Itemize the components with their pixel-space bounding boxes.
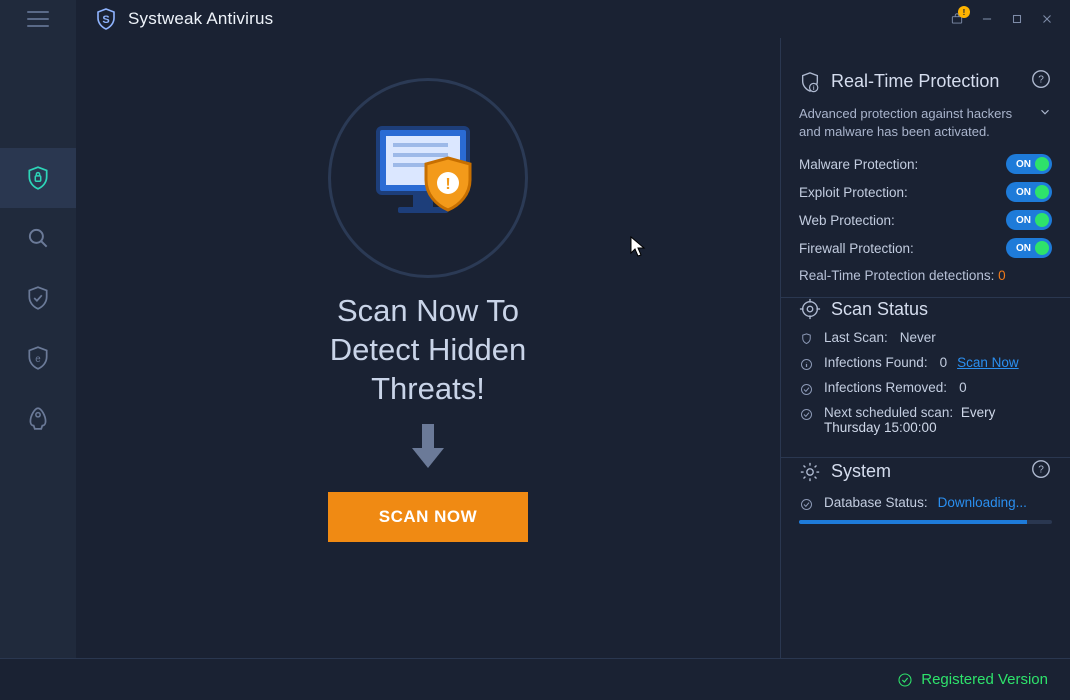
right-panel: i Real-Time Protection ? Advanced protec… <box>780 38 1070 658</box>
rtp-title: Real-Time Protection <box>831 71 999 92</box>
shield-check-icon <box>25 285 51 311</box>
section-scan-status: Scan Status Last Scan: Never Infections … <box>781 298 1070 458</box>
app-shield-icon: S <box>94 7 118 31</box>
section-system: System ? Database Status: Downloading... <box>781 458 1070 542</box>
help-icon: ? <box>1030 68 1052 90</box>
svg-text:?: ? <box>1038 465 1044 476</box>
clock-check-icon <box>799 407 814 422</box>
scan-now-link[interactable]: Scan Now <box>957 355 1019 370</box>
check-circle-icon <box>799 497 814 512</box>
toggle-row-exploit: Exploit Protection: ON <box>799 182 1052 202</box>
alert-badge: ! <box>958 6 970 18</box>
shield-small-icon <box>799 332 814 347</box>
section-realtime: i Real-Time Protection ? Advanced protec… <box>781 68 1070 298</box>
last-scan-row: Last Scan: Never <box>799 330 1052 347</box>
registered-label: Registered Version <box>921 671 1048 688</box>
sidebar-item-protection[interactable] <box>0 148 76 208</box>
close-button[interactable] <box>1032 4 1062 34</box>
shield-info-icon: i <box>799 71 821 93</box>
toggle-label: Exploit Protection: <box>799 185 908 200</box>
sidebar-item-optimize[interactable] <box>0 388 76 448</box>
main-panel: ! Scan Now To Detect Hidden Threats! SCA… <box>76 38 780 658</box>
sidebar-item-shield[interactable] <box>0 268 76 328</box>
svg-text:e: e <box>35 354 40 365</box>
check-circle-icon <box>897 672 913 688</box>
sidebar-item-scan[interactable] <box>0 208 76 268</box>
headline: Scan Now To Detect Hidden Threats! <box>330 292 526 408</box>
minimize-button[interactable] <box>972 4 1002 34</box>
toggle-label: Web Protection: <box>799 213 895 228</box>
rtp-detections-count: 0 <box>998 268 1006 283</box>
infections-removed-row: Infections Removed: 0 <box>799 380 1052 397</box>
toggle-label: Malware Protection: <box>799 157 918 172</box>
arrow-down-icon <box>408 422 448 470</box>
app-title: Systweak Antivirus <box>128 9 273 29</box>
firewall-toggle[interactable]: ON <box>1006 238 1052 258</box>
menu-button[interactable] <box>0 0 76 38</box>
rtp-description: Advanced protection against hackers and … <box>799 105 1030 140</box>
toggle-row-malware: Malware Protection: ON <box>799 154 1052 174</box>
title-bar: S Systweak Antivirus ! <box>0 0 1070 38</box>
chevron-down-icon <box>1038 105 1052 119</box>
rocket-icon <box>25 405 51 431</box>
target-icon <box>799 298 821 320</box>
db-progress <box>799 520 1052 524</box>
exploit-toggle[interactable]: ON <box>1006 182 1052 202</box>
app-window: S Systweak Antivirus ! <box>0 0 1070 700</box>
check-circle-icon <box>799 382 814 397</box>
toggle-row-web: Web Protection: ON <box>799 210 1052 230</box>
cursor-icon <box>630 236 646 258</box>
rtp-help-button[interactable]: ? <box>1030 68 1052 95</box>
info-icon <box>799 357 814 372</box>
gear-icon <box>799 461 821 483</box>
next-scheduled-row: Next scheduled scan: Every Thursday 15:0… <box>799 405 1052 435</box>
collapse-button[interactable] <box>1038 105 1052 140</box>
svg-text:S: S <box>102 14 109 26</box>
scan-now-button[interactable]: SCAN NOW <box>328 492 528 542</box>
magnifier-icon <box>25 225 51 251</box>
infections-found-row: Infections Found: 0 Scan Now <box>799 355 1052 372</box>
scan-illustration: ! <box>313 88 543 268</box>
maximize-button[interactable] <box>1002 4 1032 34</box>
scan-status-title: Scan Status <box>831 299 928 320</box>
malware-toggle[interactable]: ON <box>1006 154 1052 174</box>
rtp-detections: Real-Time Protection detections: 0 <box>799 268 1052 283</box>
footer: Registered Version <box>0 658 1070 700</box>
db-status-row: Database Status: Downloading... <box>799 495 1052 512</box>
db-progress-bar <box>799 520 1027 524</box>
system-title: System <box>831 461 891 482</box>
sidebar-item-privacy[interactable]: e <box>0 328 76 388</box>
svg-text:?: ? <box>1038 75 1044 86</box>
shield-e-icon: e <box>25 345 51 371</box>
app-logo-area: S Systweak Antivirus <box>76 7 273 31</box>
sidebar: e <box>0 38 76 658</box>
db-status-value: Downloading... <box>938 495 1027 510</box>
hamburger-icon <box>27 11 49 27</box>
system-help-button[interactable]: ? <box>1030 458 1052 485</box>
help-icon: ? <box>1030 458 1052 480</box>
toolbox-button[interactable]: ! <box>942 4 972 34</box>
web-toggle[interactable]: ON <box>1006 210 1052 230</box>
toggle-row-firewall: Firewall Protection: ON <box>799 238 1052 258</box>
toggle-label: Firewall Protection: <box>799 241 914 256</box>
